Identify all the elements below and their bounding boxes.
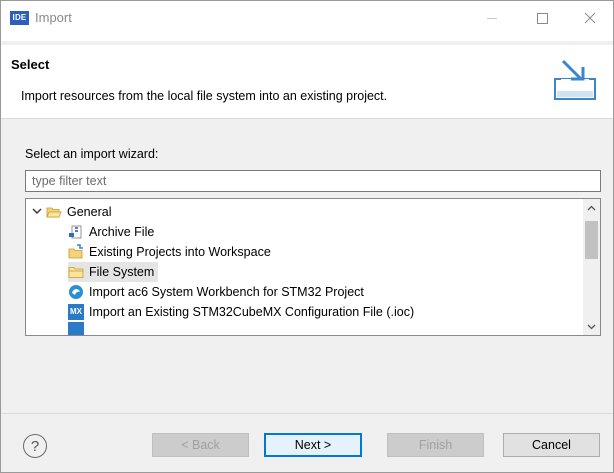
- chevron-down-icon[interactable]: [32, 205, 44, 219]
- scroll-thumb[interactable]: [585, 221, 598, 259]
- tree-item-label: File System: [89, 265, 155, 279]
- mx-icon: MX: [68, 304, 84, 320]
- window-title: Import: [35, 10, 72, 25]
- tree-item-file-system[interactable]: File System: [68, 262, 159, 282]
- open-folder-icon: [46, 204, 62, 220]
- tree-item-existing-projects[interactable]: Existing Projects into Workspace: [68, 242, 271, 262]
- partial-item-icon: [68, 322, 84, 335]
- ide-app-icon: IDE: [10, 11, 29, 25]
- maximize-button[interactable]: [519, 1, 565, 35]
- tree-item-partial[interactable]: [68, 322, 89, 335]
- title-bar: IDE Import: [1, 1, 613, 41]
- tree-item-stm32cubemx[interactable]: MX Import an Existing STM32CubeMX Config…: [68, 302, 414, 322]
- ac6-icon: [68, 284, 84, 300]
- archive-file-icon: [68, 224, 84, 240]
- tree-item-label: Existing Projects into Workspace: [89, 245, 271, 259]
- maximize-icon: [536, 12, 548, 24]
- wizard-label: Select an import wizard:: [25, 147, 159, 161]
- minimize-icon: [487, 17, 497, 19]
- chevron-down-icon: [587, 324, 596, 329]
- finish-button[interactable]: Finish: [387, 433, 484, 457]
- next-button[interactable]: Next >: [264, 433, 362, 457]
- tree-item-label: Import ac6 System Workbench for STM32 Pr…: [89, 285, 364, 299]
- folder-icon: [68, 264, 84, 280]
- existing-projects-icon: [68, 244, 84, 260]
- chevron-up-icon: [587, 205, 596, 210]
- tree-group-general[interactable]: General: [32, 202, 111, 222]
- tree-item-label: Import an Existing STM32CubeMX Configura…: [89, 305, 415, 319]
- tree-group-label: General: [67, 205, 112, 219]
- page-title: Select: [11, 57, 50, 72]
- scroll-up-button[interactable]: [583, 199, 600, 216]
- close-icon: [584, 12, 596, 24]
- tree-item-archive-file[interactable]: Archive File: [68, 222, 154, 242]
- wizard-header: Select Import resources from the local f…: [1, 45, 613, 119]
- tree-item-ac6-workbench[interactable]: Import ac6 System Workbench for STM32 Pr…: [68, 282, 364, 302]
- wizard-tree[interactable]: General Archive File Existing Projects i…: [25, 198, 601, 336]
- import-dialog: IDE Import Select Import resources from …: [0, 0, 614, 473]
- tree-scrollbar[interactable]: [583, 199, 600, 335]
- close-button[interactable]: [567, 1, 613, 35]
- import-wizard-icon: [554, 59, 596, 100]
- back-button[interactable]: < Back: [152, 433, 249, 457]
- tree-item-label: Archive File: [89, 225, 155, 239]
- page-description: Import resources from the local file sys…: [21, 89, 388, 103]
- help-button[interactable]: ?: [23, 434, 47, 458]
- footer-divider: [1, 413, 613, 414]
- minimize-button[interactable]: [469, 1, 515, 35]
- cancel-button[interactable]: Cancel: [503, 433, 600, 457]
- filter-input[interactable]: [25, 170, 601, 192]
- scroll-down-button[interactable]: [583, 318, 600, 335]
